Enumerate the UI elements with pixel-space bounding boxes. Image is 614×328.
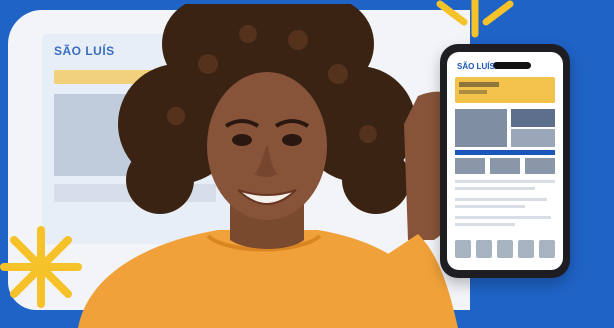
phone-thumbnail — [525, 158, 555, 174]
avatar — [455, 240, 471, 258]
avatar — [518, 240, 534, 258]
phone-avatar-row — [455, 240, 555, 258]
avatar — [476, 240, 492, 258]
phone-screen: SÃO LUÍS — [447, 52, 563, 270]
phone-text-line — [455, 187, 535, 190]
phone-section-bar — [455, 150, 555, 155]
smartphone: SÃO LUÍS — [440, 44, 570, 278]
phone-text-line — [455, 198, 547, 201]
avatar — [539, 240, 555, 258]
phone-text-line — [455, 216, 551, 219]
banner-line — [459, 90, 487, 94]
phone-photo — [511, 129, 555, 147]
avatar — [497, 240, 513, 258]
banner-line — [459, 82, 499, 87]
phone-thumbnail — [490, 158, 520, 174]
phone-text-line — [455, 205, 525, 208]
phone-photo — [455, 109, 507, 147]
phone-notch — [493, 62, 531, 69]
phone-text-line — [455, 223, 515, 226]
woman-photo — [78, 4, 465, 328]
phone-site-logo: SÃO LUÍS — [457, 62, 495, 71]
phone-photo — [511, 109, 555, 127]
promo-image: SÃO LUÍS SÃO LUÍS — [0, 0, 614, 328]
phone-banner — [455, 77, 555, 103]
phone-thumbnail — [455, 158, 485, 174]
phone-text-line — [455, 180, 555, 183]
